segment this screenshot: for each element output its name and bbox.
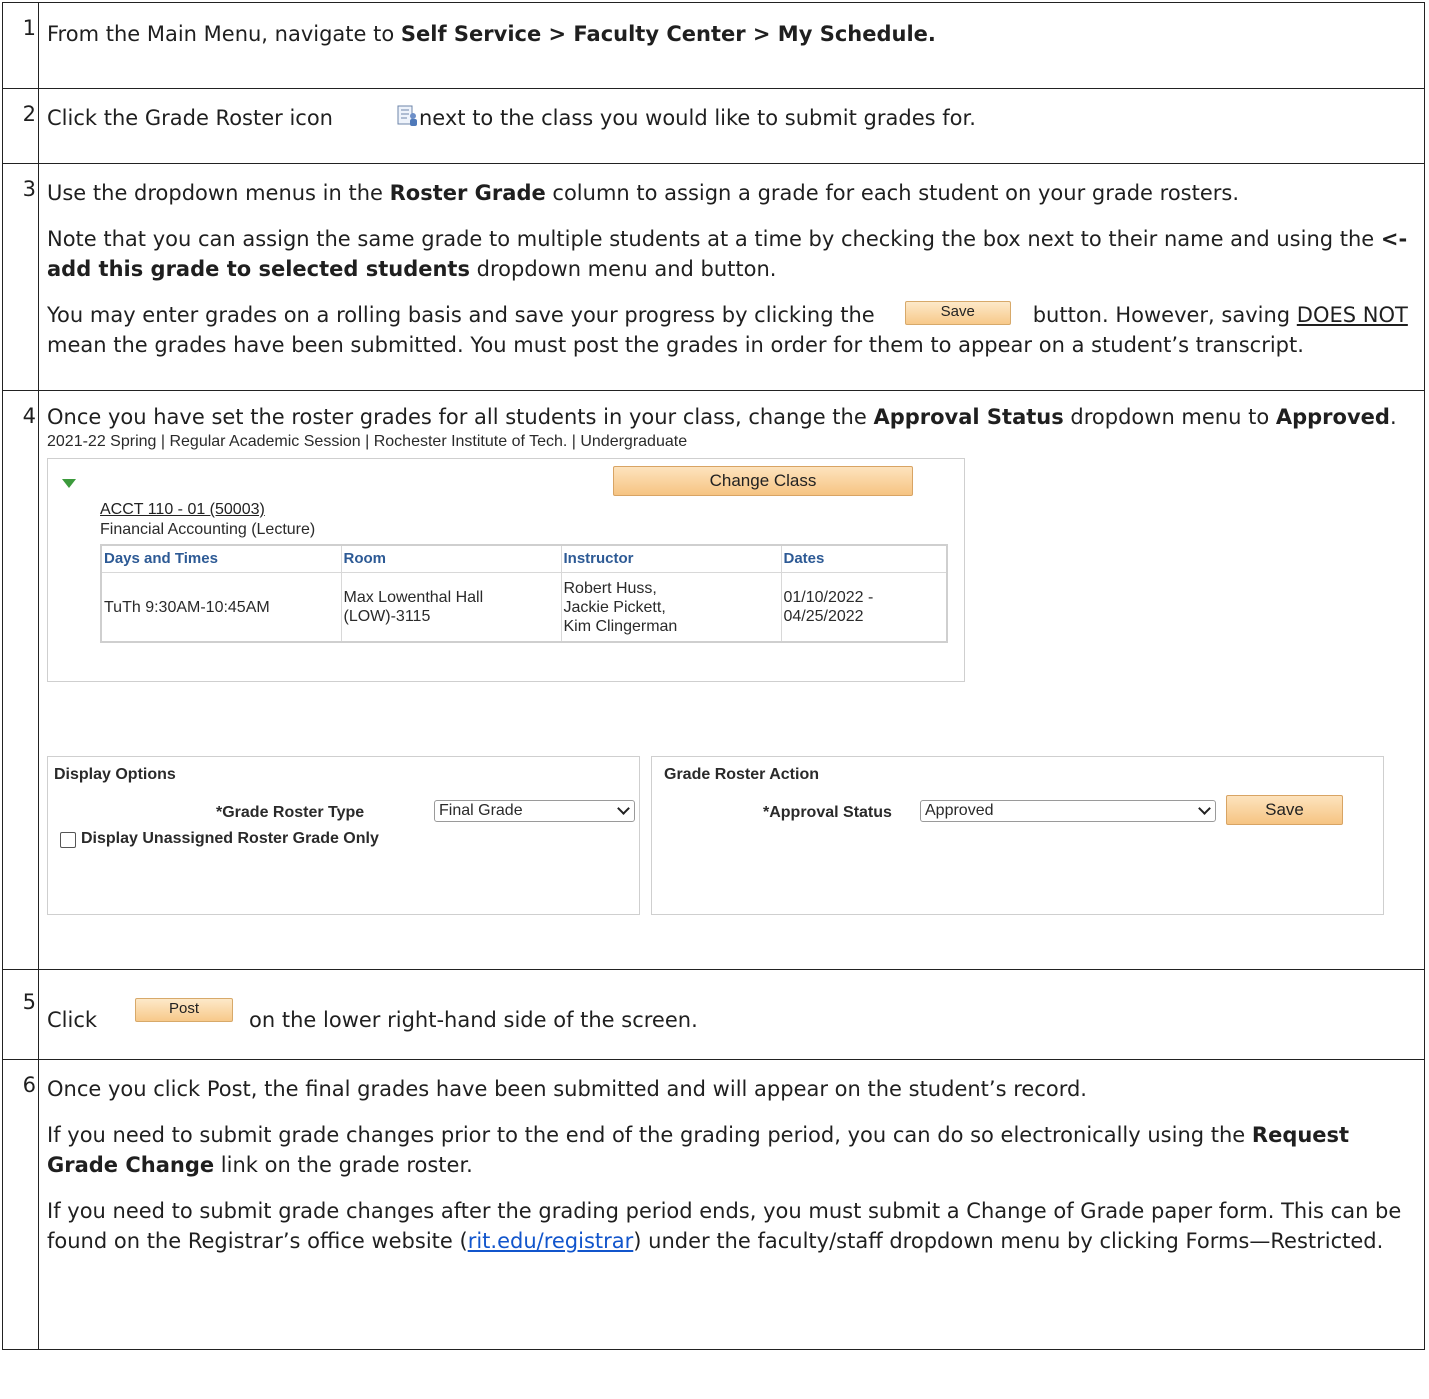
step-number: 2 (2, 88, 39, 164)
grade-roster-screenshot: 2021-22 Spring | Regular Academic Sessio… (47, 432, 1407, 915)
header-instructor: Instructor (560, 544, 782, 573)
approval-status-select[interactable]: Approved (920, 800, 1216, 822)
class-link[interactable]: ACCT 110 - 01 (50003) (100, 500, 265, 520)
save-button[interactable]: Save (1226, 795, 1343, 825)
step-row-2: 2 Click the Grade Roster icon next to the… (2, 88, 1425, 164)
roster-grade-term: Roster Grade (389, 181, 546, 205)
step-text: Click the Grade Roster icon next to the c… (38, 88, 1425, 164)
step-number: 1 (2, 2, 39, 89)
class-info-box: Change Class ACCT 110 - 01 (50003) Finan… (47, 458, 965, 682)
step-6-paragraph-1: Once you click Post, the final grades ha… (47, 1077, 1087, 1101)
approval-status-label: *Approval Status (763, 804, 892, 821)
does-not-underline: DOES NOT (1296, 303, 1408, 327)
term-line: 2021-22 Spring | Regular Academic Sessio… (47, 433, 688, 450)
display-options-title: Display Options (54, 766, 176, 783)
unassigned-only-checkbox[interactable] (60, 832, 76, 848)
instructions-table: 1 From the Main Menu, navigate to Self S… (2, 2, 1425, 1350)
step-text: Once you click Post, the final grades ha… (38, 1059, 1425, 1350)
display-options-box: Display Options *Grade Roster Type Final… (47, 756, 640, 915)
days-times-cell: TuTh 9:30AM-10:45AM (100, 572, 342, 643)
step-2-text-end: next to the class you would like to subm… (419, 106, 976, 130)
step-number: 4 (2, 390, 39, 970)
step-row-5: 5 Click Post on the lower right-hand side … (2, 969, 1425, 1060)
post-button-image: Post (135, 998, 234, 1022)
step-1-text: From the Main Menu, navigate to (47, 22, 401, 46)
grade-roster-icon (397, 105, 419, 127)
unassigned-only-label: Display Unassigned Roster Grade Only (81, 830, 379, 847)
grade-roster-type-select[interactable]: Final Grade (434, 800, 635, 822)
step-row-6: 6 Once you click Post, the final grades … (2, 1059, 1425, 1350)
change-class-button[interactable]: Change Class (613, 466, 913, 496)
chevron-down-icon (617, 802, 630, 815)
step-text: From the Main Menu, navigate to Self Ser… (38, 2, 1425, 89)
header-days-times: Days and Times (100, 544, 342, 573)
step-row-3: 3 Use the dropdown menus in the Roster G… (2, 163, 1425, 391)
registrar-link[interactable]: rit.edu/registrar (468, 1229, 634, 1253)
class-title: Financial Accounting (Lecture) (100, 521, 316, 538)
step-text: Once you have set the roster grades for … (38, 390, 1425, 970)
step-2-text: Click the Grade Roster icon (47, 106, 333, 130)
schedule-table: Days and Times Room Instructor Dates TuT… (100, 544, 948, 643)
room-cell: Max Lowenthal Hall (LOW)-3115 (340, 572, 562, 643)
menu-path: Self Service > Faculty Center > My Sched… (400, 22, 936, 46)
step-row-1: 1 From the Main Menu, navigate to Self S… (2, 2, 1425, 89)
save-button-image: Save (904, 301, 1011, 325)
step-number: 6 (2, 1059, 39, 1350)
approval-status-term: Approval Status (873, 405, 1064, 429)
schedule-row: TuTh 9:30AM-10:45AM Max Lowenthal Hall (… (100, 572, 948, 643)
header-dates: Dates (780, 544, 948, 573)
schedule-header-row: Days and Times Room Instructor Dates (100, 544, 948, 573)
dates-cell: 01/10/2022 - 04/25/2022 (780, 572, 948, 643)
approved-term: Approved (1275, 405, 1390, 429)
instructor-cell: Robert Huss, Jackie Pickett, Kim Clinger… (560, 572, 782, 643)
step-row-4: 4 Once you have set the roster grades fo… (2, 390, 1425, 970)
chevron-down-icon (1198, 802, 1211, 815)
step-text: Use the dropdown menus in the Roster Gra… (38, 163, 1425, 391)
step-text: Click Post on the lower right-hand side of… (38, 969, 1425, 1060)
grade-roster-type-label: *Grade Roster Type (216, 804, 365, 821)
step-number: 3 (2, 163, 39, 391)
grade-roster-action-box: Grade Roster Action *Approval Status App… (651, 756, 1384, 915)
collapse-triangle-icon[interactable] (62, 479, 76, 488)
grade-roster-action-title: Grade Roster Action (664, 766, 819, 783)
step-number: 5 (2, 969, 39, 1060)
header-room: Room (340, 544, 562, 573)
